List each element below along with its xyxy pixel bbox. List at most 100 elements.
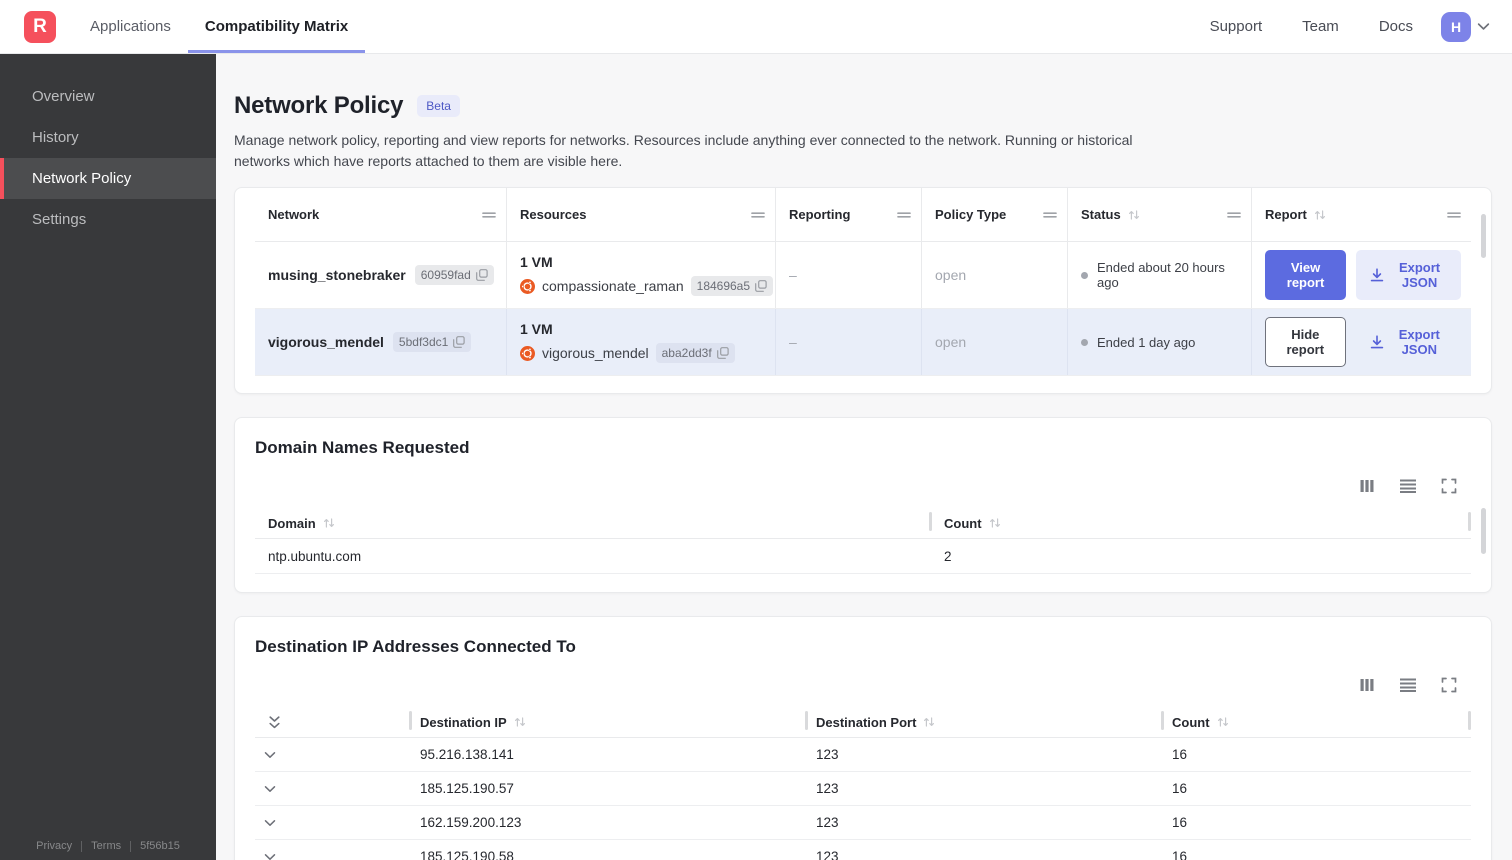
- domains-card-title: Domain Names Requested: [255, 438, 470, 457]
- tab-compatibility-matrix[interactable]: Compatibility Matrix: [187, 0, 366, 53]
- fullscreen-icon[interactable]: [1441, 478, 1457, 494]
- destination-ip-cell: 95.216.138.141: [420, 747, 514, 762]
- column-menu-icon[interactable]: [897, 211, 911, 219]
- terms-link[interactable]: Terms: [91, 840, 121, 852]
- row-expander[interactable]: [255, 840, 411, 860]
- column-menu-icon[interactable]: [1043, 211, 1057, 219]
- column-header-resources[interactable]: Resources: [507, 188, 776, 241]
- columns-icon[interactable]: [1359, 478, 1375, 494]
- sort-icon[interactable]: [989, 517, 1001, 529]
- resources-count: 1 VM: [520, 321, 553, 337]
- table-row: musing_stonebraker 60959fad 1 VM compass…: [255, 242, 1471, 309]
- copy-icon[interactable]: [755, 280, 767, 292]
- expand-all-header[interactable]: [255, 707, 411, 737]
- status-cell: Ended 1 day ago: [1068, 309, 1252, 375]
- resource-id-pill[interactable]: aba2dd3f: [655, 343, 735, 363]
- column-label: Report: [1265, 207, 1307, 222]
- column-header-destination-port[interactable]: Destination Port: [805, 707, 1163, 737]
- table-scrollbar[interactable]: [1481, 508, 1486, 554]
- row-expander[interactable]: [255, 772, 411, 805]
- sidebar-item-history[interactable]: History: [0, 117, 216, 158]
- copy-icon[interactable]: [717, 347, 729, 359]
- column-label: Count: [944, 515, 982, 531]
- domain-cell: ntp.ubuntu.com: [268, 548, 362, 564]
- column-menu-icon[interactable]: [1227, 211, 1241, 219]
- link-docs[interactable]: Docs: [1379, 18, 1413, 35]
- network-name: vigorous_mendel: [268, 334, 384, 350]
- hide-report-button[interactable]: Hide report: [1265, 317, 1346, 367]
- column-header-report[interactable]: Report: [1252, 188, 1471, 241]
- network-id-pill[interactable]: 60959fad: [414, 265, 494, 285]
- page-head: Network Policy Beta: [234, 92, 1492, 120]
- network-id-pill[interactable]: 5bdf3dc1: [392, 332, 472, 352]
- count-cell: 16: [1172, 815, 1188, 830]
- chevron-down-icon[interactable]: [264, 853, 276, 860]
- sort-icon[interactable]: [514, 716, 526, 728]
- column-header-status[interactable]: Status: [1068, 188, 1252, 241]
- sort-icon[interactable]: [1314, 209, 1326, 221]
- column-header-network[interactable]: Network: [255, 188, 507, 241]
- copy-icon[interactable]: [453, 336, 465, 348]
- column-header-count[interactable]: Count: [1161, 707, 1471, 737]
- column-menu-icon[interactable]: [482, 211, 496, 219]
- chevron-down-icon[interactable]: [264, 785, 276, 793]
- export-json-button[interactable]: Export JSON: [1356, 317, 1461, 367]
- policy-type-cell: open: [922, 242, 1068, 308]
- sidebar-item-network-policy[interactable]: Network Policy: [0, 158, 216, 199]
- column-header-count[interactable]: Count: [929, 508, 1471, 538]
- sort-icon[interactable]: [923, 716, 935, 728]
- columns-icon[interactable]: [1359, 677, 1375, 693]
- sort-icon[interactable]: [1128, 209, 1140, 221]
- status-dot: [1081, 271, 1088, 279]
- view-report-button[interactable]: View report: [1265, 250, 1347, 300]
- copy-icon[interactable]: [476, 269, 488, 281]
- table-row: 95.216.138.141 123 16: [255, 738, 1471, 772]
- destinations-card: Destination IP Addresses Connected To De…: [234, 616, 1492, 860]
- column-header-reporting[interactable]: Reporting: [776, 188, 922, 241]
- export-json-label: Export JSON: [1398, 260, 1441, 290]
- privacy-link[interactable]: Privacy: [36, 840, 72, 852]
- network-id: 60959fad: [420, 268, 471, 282]
- ubuntu-icon: [520, 346, 535, 361]
- export-json-button[interactable]: Export JSON: [1356, 250, 1461, 300]
- destination-port-cell: 123: [816, 849, 839, 860]
- sort-icon[interactable]: [1217, 716, 1229, 728]
- link-team[interactable]: Team: [1302, 18, 1339, 35]
- row-expander[interactable]: [255, 738, 411, 771]
- destinations-card-title: Destination IP Addresses Connected To: [255, 637, 576, 656]
- chevron-double-down-icon[interactable]: [268, 715, 281, 730]
- rows-icon[interactable]: [1399, 677, 1417, 693]
- ubuntu-icon: [520, 279, 535, 294]
- count-cell: 16: [1172, 849, 1188, 860]
- chevron-down-icon[interactable]: [1477, 22, 1490, 31]
- column-menu-icon[interactable]: [751, 211, 765, 219]
- table-scrollbar[interactable]: [1481, 214, 1486, 258]
- rows-icon[interactable]: [1399, 478, 1417, 494]
- row-expander[interactable]: [255, 806, 411, 839]
- sidebar-item-settings[interactable]: Settings: [0, 199, 216, 240]
- table-toolbar: [255, 677, 1457, 693]
- logo-letter: R: [33, 15, 47, 37]
- column-label: Destination IP: [420, 714, 507, 730]
- main-content: Network Policy Beta Manage network polic…: [216, 54, 1512, 860]
- column-header-destination-ip[interactable]: Destination IP: [409, 707, 807, 737]
- resources-cell: 1 VM compassionate_raman 184696a5: [507, 242, 776, 308]
- table-row-selected: vigorous_mendel 5bdf3dc1 1 VM vigorous_m…: [255, 309, 1471, 376]
- sidebar-item-overview[interactable]: Overview: [0, 76, 216, 117]
- status-cell: Ended about 20 hours ago: [1068, 242, 1252, 308]
- column-menu-icon[interactable]: [1447, 211, 1461, 219]
- column-header-policy-type[interactable]: Policy Type: [922, 188, 1068, 241]
- chevron-down-icon[interactable]: [264, 819, 276, 827]
- app-logo[interactable]: R: [24, 10, 56, 43]
- sort-icon[interactable]: [323, 517, 335, 529]
- column-header-domain[interactable]: Domain: [255, 508, 931, 538]
- link-support[interactable]: Support: [1210, 18, 1263, 35]
- avatar[interactable]: H: [1441, 11, 1471, 42]
- resource-id-pill[interactable]: 184696a5: [690, 276, 774, 296]
- fullscreen-icon[interactable]: [1441, 677, 1457, 693]
- tab-applications[interactable]: Applications: [73, 0, 188, 53]
- destination-port-cell: 123: [816, 815, 839, 830]
- network-name: musing_stonebraker: [268, 267, 406, 283]
- chevron-down-icon[interactable]: [264, 751, 276, 759]
- count-cell: 16: [1172, 747, 1188, 762]
